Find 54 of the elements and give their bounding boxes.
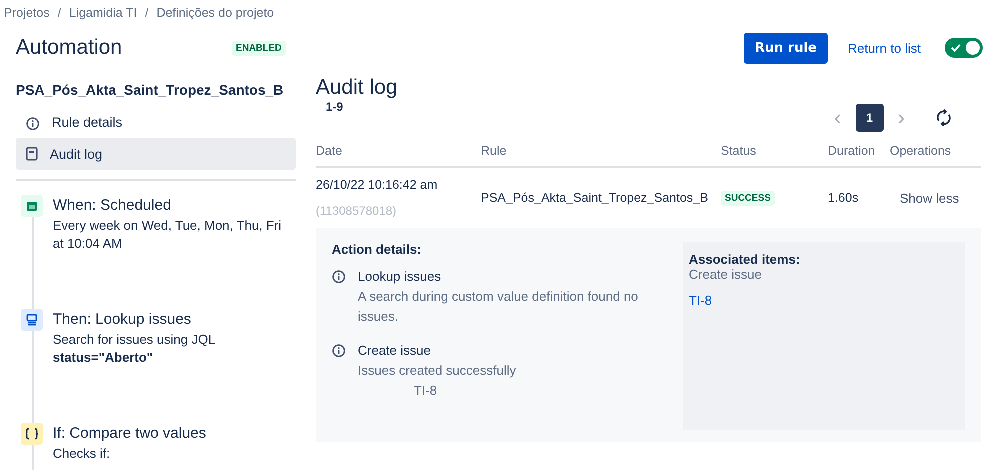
- step-description: Search for issues using JQL: [53, 331, 216, 349]
- check-icon: [951, 44, 961, 52]
- info-icon: [332, 270, 346, 284]
- monitor-icon: [26, 314, 38, 326]
- run-rule-button[interactable]: Run rule: [744, 32, 828, 64]
- action-name: Create issue: [358, 342, 432, 360]
- rule-name: PSA_Pós_Akta_Saint_Tropez_Santos_B: [16, 81, 284, 100]
- date-text: 26/10/22 10:16:42 am: [316, 178, 439, 192]
- action-message: Issues created successfully: [358, 362, 516, 380]
- section-title: Audit log: [316, 75, 399, 100]
- issue-link[interactable]: TI-8: [689, 293, 712, 308]
- sidebar-nav-item[interactable]: Audit log: [16, 138, 296, 170]
- success-lozenge: SUCCESS: [721, 190, 775, 206]
- associated-group: Create issue: [689, 267, 959, 282]
- step-title[interactable]: If: Compare two values: [53, 423, 206, 445]
- column-header: Operations: [890, 132, 981, 168]
- document-icon: [26, 147, 38, 161]
- braces-icon: [25, 428, 39, 440]
- return-link[interactable]: Return to list: [848, 40, 921, 56]
- duration-cell-text: 1.60s: [828, 191, 860, 205]
- step-description: Every week on Wed, Tue, Mon, Thu, Fri: [53, 217, 282, 235]
- page-title: Automation: [16, 36, 124, 60]
- associated-title: Associated items:: [689, 252, 802, 267]
- breadcrumb-link[interactable]: Definições do projeto: [156, 6, 274, 20]
- nav-label: Audit log: [50, 146, 103, 162]
- info-icon: [332, 344, 346, 358]
- action-item: TI-8: [413, 383, 438, 398]
- execution-id: (11308578018): [316, 204, 398, 218]
- enable-toggle[interactable]: [945, 38, 983, 58]
- calendar-icon: [26, 200, 38, 212]
- details-title: Action details:: [332, 242, 423, 257]
- rule-cell-text: PSA_Pós_Akta_Saint_Tropez_Santos_B: [481, 191, 710, 205]
- breadcrumb-separator: /: [58, 6, 62, 20]
- column-header: Duration: [828, 132, 890, 168]
- refresh-icon[interactable]: [935, 109, 953, 127]
- result-range: 1-9: [325, 100, 344, 114]
- status-lozenge: ENABLED: [232, 40, 286, 56]
- nav-label: Rule details: [52, 114, 123, 130]
- step-description: Checks if:: [53, 445, 112, 463]
- breadcrumb-separator: /: [145, 6, 149, 20]
- show-less-button[interactable]: Show less: [890, 190, 981, 206]
- column-header: Date: [316, 132, 481, 168]
- step-title[interactable]: When: Scheduled: [53, 195, 282, 217]
- step-description: at 10:04 AM: [53, 235, 124, 253]
- action-name: Lookup issues: [358, 268, 442, 286]
- action-message: A search during custom value definition found no issues.: [358, 288, 640, 326]
- breadcrumb-link[interactable]: Ligamidia TI: [69, 6, 138, 20]
- column-header: Status: [721, 132, 828, 168]
- page-button[interactable]: 1: [856, 104, 884, 132]
- info-icon: [26, 116, 40, 130]
- breadcrumb-link[interactable]: Projetos: [4, 6, 50, 20]
- step-title[interactable]: Then: Lookup issues: [53, 309, 216, 331]
- column-header: Rule: [481, 132, 721, 168]
- step-description: status="Aberto": [53, 349, 154, 367]
